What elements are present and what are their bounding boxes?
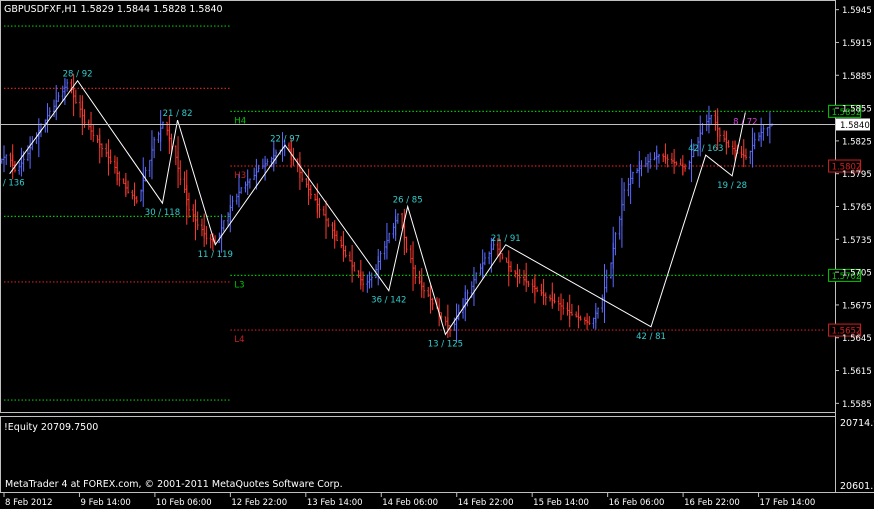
zigzag-label: 8 / 72 — [733, 117, 758, 127]
level-label: H3 — [234, 171, 246, 181]
price-axis[interactable]: 1.5945 1.5915 1.5885 1.5855 1.5825 1.5795 1.57… — [835, 6, 872, 410]
time-tick-label: 15 Feb 14:00 — [533, 498, 589, 508]
zigzag-label: 26 / 85 — [393, 196, 423, 206]
time-tick-label: 16 Feb 22:00 — [684, 498, 740, 508]
time-tick-label: 9 Feb 14:00 — [80, 498, 130, 508]
zigzag-label: 22 / 97 — [270, 134, 300, 144]
current-price-label: 1.5840 — [840, 121, 870, 131]
price-panel-frame — [0, 0, 836, 413]
zigzag-label: 11 / 119 — [198, 250, 233, 260]
zigzag-label: 19 / 28 — [717, 181, 747, 191]
zigzag-label: 36 / 142 — [371, 296, 406, 306]
zigzag-label: 42 / 81 — [636, 332, 666, 342]
copyright-text: MetaTrader 4 at FOREX.com, © 2001-2011 M… — [5, 479, 343, 490]
price-tick-label: 1.5675 — [842, 301, 872, 311]
price-tick-label: 1.5825 — [842, 137, 872, 147]
zigzag-label: 21 / 91 — [491, 234, 521, 244]
price-tick-label: 1.5645 — [842, 334, 872, 344]
price-tick-label: 1.5735 — [842, 236, 872, 246]
zigzag-label: 30 / 118 — [145, 208, 180, 218]
time-tick-label: 8 Feb 2012 — [5, 498, 53, 508]
price-tick-label: 1.5705 — [842, 269, 872, 279]
indicator-scale-top: 20714.9 — [840, 418, 874, 429]
time-tick-label: 14 Feb 22:00 — [458, 498, 514, 508]
price-tick-label: 1.5945 — [842, 6, 872, 16]
time-tick-label: 13 Feb 14:00 — [307, 498, 363, 508]
time-tick-label: 16 Feb 06:00 — [609, 498, 665, 508]
indicator-label: !Equity 20709.7500 — [4, 422, 98, 433]
level-label: L3 — [234, 280, 244, 290]
price-tick-label: 1.5855 — [842, 105, 872, 115]
mt4-chart-window[interactable]: H41.5852H31.5802L31.5702L41.5652 2 / 136… — [0, 0, 874, 509]
price-tick-label: 1.5915 — [842, 39, 872, 49]
zigzag-label: 2 / 136 — [0, 179, 25, 189]
time-tick-label: 10 Feb 06:00 — [156, 498, 212, 508]
price-tick-label: 1.5885 — [842, 72, 872, 82]
indicator-scale-bottom: 20601.6 — [840, 481, 874, 492]
chart-header: GBPUSDFXF,H1 1.5829 1.5844 1.5828 1.5840 — [4, 4, 223, 15]
level-label: L4 — [234, 335, 244, 345]
zigzag-label: 21 / 82 — [163, 109, 193, 119]
time-axis[interactable]: 8 Feb 2012 9 Feb 14:00 10 Feb 06:00 12 Feb … — [3, 493, 816, 508]
price-tick-label: 1.5765 — [842, 203, 872, 213]
zigzag-label: 13 / 125 — [428, 339, 463, 349]
zigzag-label: 28 / 92 — [63, 70, 93, 80]
price-tick-label: 1.5795 — [842, 170, 872, 180]
time-tick-label: 17 Feb 14:00 — [760, 498, 816, 508]
price-tick-label: 1.5585 — [842, 400, 872, 410]
time-tick-label: 12 Feb 22:00 — [231, 498, 287, 508]
price-tick-label: 1.5615 — [842, 367, 872, 377]
zigzag-label: 42 / 163 — [688, 144, 723, 154]
time-tick-label: 14 Feb 06:00 — [382, 498, 438, 508]
